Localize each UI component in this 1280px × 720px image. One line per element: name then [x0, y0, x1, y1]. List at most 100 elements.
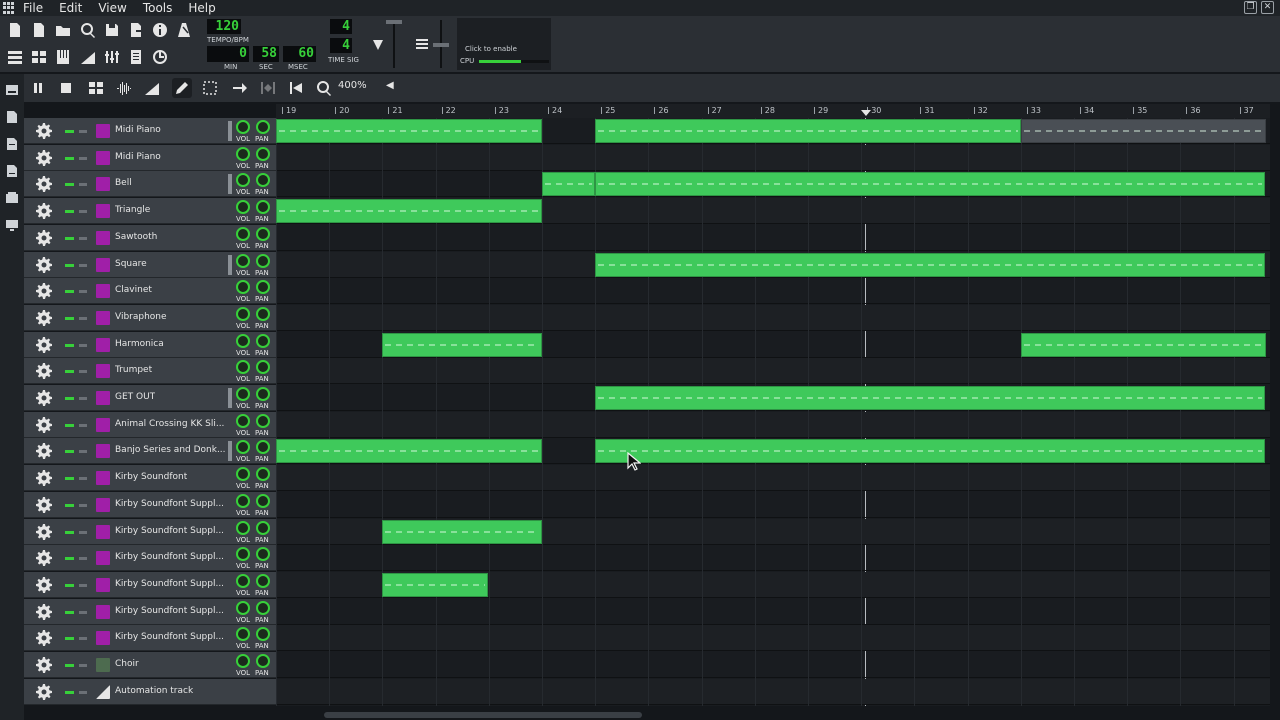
solo-toggle-icon[interactable]	[79, 477, 87, 480]
track-header[interactable]: Kirby Soundfont Suppl... VOL PAN	[24, 572, 276, 598]
panning-knob-icon[interactable]	[256, 120, 270, 134]
automation-editor-icon[interactable]	[78, 47, 98, 67]
piano-roll-icon[interactable]	[53, 47, 73, 67]
solo-toggle-icon[interactable]	[79, 317, 87, 320]
track-header[interactable]: Automation track	[24, 679, 276, 705]
solo-toggle-icon[interactable]	[79, 344, 87, 347]
track-name[interactable]: Midi Piano	[115, 125, 161, 135]
mute-toggle-icon[interactable]	[65, 370, 74, 373]
save-project-icon[interactable]	[102, 20, 122, 40]
solo-toggle-icon[interactable]	[79, 637, 87, 640]
track-settings-gear-icon[interactable]	[36, 230, 52, 246]
track-name[interactable]: Kirby Soundfont Suppl...	[115, 579, 224, 589]
mute-toggle-icon[interactable]	[65, 210, 74, 213]
volume-knob-icon[interactable]	[236, 147, 250, 161]
volume-knob-icon[interactable]	[236, 654, 250, 668]
grid-row[interactable]	[276, 545, 1270, 571]
track-header[interactable]: Trumpet VOL PAN	[24, 358, 276, 384]
my-computer-icon[interactable]	[5, 217, 19, 231]
mute-toggle-icon[interactable]	[65, 344, 74, 347]
volume-knob-icon[interactable]	[236, 387, 250, 401]
controller-rack-icon[interactable]	[150, 47, 170, 67]
solo-toggle-icon[interactable]	[79, 370, 87, 373]
volume-knob-icon[interactable]	[236, 574, 250, 588]
solo-toggle-icon[interactable]	[79, 531, 87, 534]
track-header[interactable]: Kirby Soundfont Suppl... VOL PAN	[24, 625, 276, 651]
zoom-combobox[interactable]: 400%	[338, 80, 367, 91]
pattern-clip[interactable]	[595, 386, 1265, 410]
solo-toggle-icon[interactable]	[79, 691, 87, 694]
track-settings-gear-icon[interactable]	[36, 203, 52, 219]
track-settings-gear-icon[interactable]	[36, 417, 52, 433]
panning-knob-icon[interactable]	[256, 467, 270, 481]
auto-scroll-icon[interactable]	[230, 78, 250, 98]
track-settings-gear-icon[interactable]	[36, 176, 52, 192]
my-presets-icon[interactable]	[5, 163, 19, 177]
grid-row[interactable]	[276, 278, 1270, 304]
track-header[interactable]: Square VOL PAN	[24, 252, 276, 278]
mute-toggle-icon[interactable]	[65, 584, 74, 587]
menu-file[interactable]: File	[23, 1, 43, 15]
solo-toggle-icon[interactable]	[79, 424, 87, 427]
track-name[interactable]: Midi Piano	[115, 152, 161, 162]
track-name[interactable]: Square	[115, 259, 147, 269]
mute-toggle-icon[interactable]	[65, 424, 74, 427]
track-name[interactable]: Bell	[115, 178, 132, 188]
menu-view[interactable]: View	[98, 1, 126, 15]
track-name[interactable]: Kirby Soundfont Suppl...	[115, 606, 224, 616]
solo-toggle-icon[interactable]	[79, 584, 87, 587]
solo-toggle-icon[interactable]	[79, 611, 87, 614]
master-volume-icon[interactable]	[368, 34, 388, 54]
metronome-icon[interactable]	[174, 20, 194, 40]
my-samples-icon[interactable]	[5, 136, 19, 150]
pattern-clip[interactable]	[382, 520, 542, 544]
track-name[interactable]: Harmonica	[115, 339, 164, 349]
song-editor-grid[interactable]	[276, 118, 1270, 706]
track-name[interactable]: GET OUT	[115, 392, 155, 402]
solo-toggle-icon[interactable]	[79, 664, 87, 667]
pattern-clip[interactable]	[595, 439, 1265, 463]
volume-knob-icon[interactable]	[236, 360, 250, 374]
track-settings-gear-icon[interactable]	[36, 310, 52, 326]
volume-knob-icon[interactable]	[236, 280, 250, 294]
track-settings-gear-icon[interactable]	[36, 390, 52, 406]
track-header[interactable]: Kirby Soundfont Suppl... VOL PAN	[24, 492, 276, 518]
mute-toggle-icon[interactable]	[65, 317, 74, 320]
loop-points-icon[interactable]	[258, 78, 278, 98]
solo-toggle-icon[interactable]	[79, 264, 87, 267]
mute-toggle-icon[interactable]	[65, 130, 74, 133]
panning-knob-icon[interactable]	[256, 387, 270, 401]
solo-toggle-icon[interactable]	[79, 210, 87, 213]
panning-knob-icon[interactable]	[256, 521, 270, 535]
track-settings-gear-icon[interactable]	[36, 337, 52, 353]
pattern-clip[interactable]	[1021, 333, 1266, 357]
track-settings-gear-icon[interactable]	[36, 524, 52, 540]
mute-toggle-icon[interactable]	[65, 290, 74, 293]
volume-knob-icon[interactable]	[236, 521, 250, 535]
volume-knob-icon[interactable]	[236, 467, 250, 481]
horizontal-scrollbar[interactable]	[276, 710, 1270, 720]
solo-toggle-icon[interactable]	[79, 557, 87, 560]
export-icon[interactable]	[126, 20, 146, 40]
edit-mode-icon[interactable]	[200, 78, 220, 98]
track-name[interactable]: Banjo Series and Donk...	[115, 445, 225, 455]
grid-row[interactable]	[276, 599, 1270, 625]
volume-knob-icon[interactable]	[236, 440, 250, 454]
panning-knob-icon[interactable]	[256, 173, 270, 187]
panning-knob-icon[interactable]	[256, 547, 270, 561]
zoom-dropdown-icon[interactable]: ◀	[386, 80, 394, 91]
mute-toggle-icon[interactable]	[65, 477, 74, 480]
panning-knob-icon[interactable]	[256, 334, 270, 348]
track-name[interactable]: Vibraphone	[115, 312, 167, 322]
pattern-clip[interactable]	[595, 172, 1265, 196]
grid-row[interactable]	[276, 145, 1270, 171]
restore-window-icon[interactable]: ❐	[1244, 1, 1257, 14]
track-header[interactable]: Harmonica VOL PAN	[24, 332, 276, 358]
track-header[interactable]: Bell VOL PAN	[24, 171, 276, 197]
track-header[interactable]: Midi Piano VOL PAN	[24, 145, 276, 171]
track-name[interactable]: Trumpet	[115, 365, 152, 375]
track-header[interactable]: Triangle VOL PAN	[24, 198, 276, 224]
open-project-icon[interactable]	[53, 20, 73, 40]
mute-toggle-icon[interactable]	[65, 450, 74, 453]
master-pitch-icon[interactable]	[412, 34, 432, 54]
